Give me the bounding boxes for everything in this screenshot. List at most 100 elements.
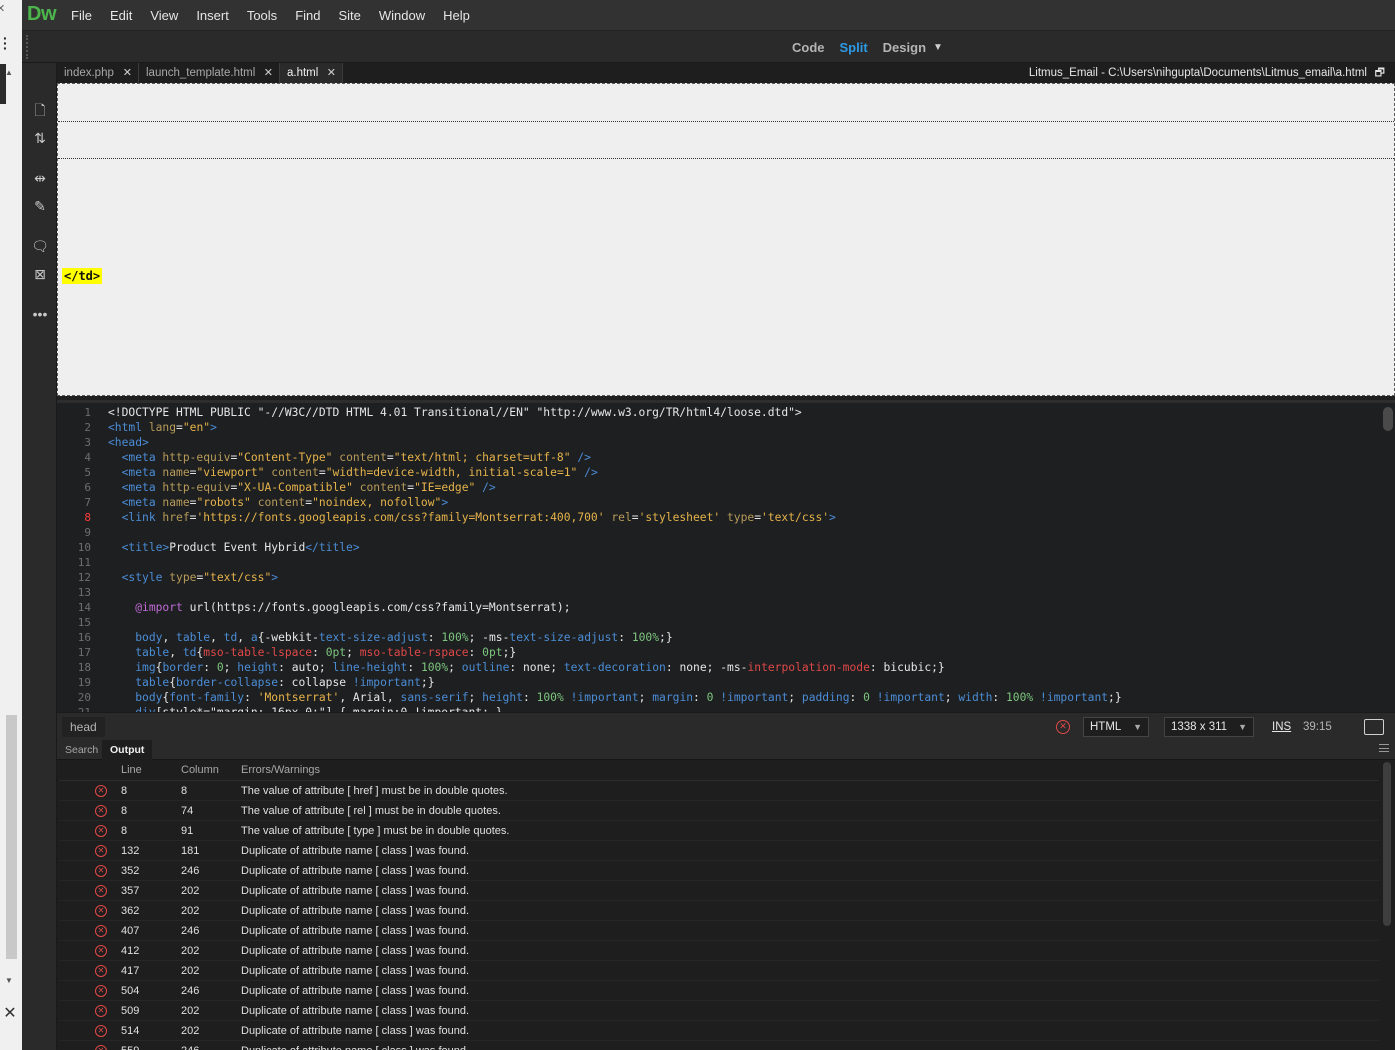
code-line[interactable] [108, 555, 1122, 570]
table-row[interactable]: ✕ 8 91 The value of attribute [ type ] must… [59, 821, 1379, 841]
menu-find[interactable]: Find [286, 0, 329, 31]
row-line: 559 [121, 1041, 139, 1050]
tab-search[interactable]: Search [57, 740, 106, 760]
table-row[interactable]: ✕ 357 202 Duplicate of attribute name [ cla… [59, 881, 1379, 901]
code-scrollbar[interactable] [1383, 407, 1393, 431]
menu-file[interactable]: File [62, 0, 101, 31]
code-token: ;} [502, 646, 517, 659]
code-line[interactable]: img{border: 0; height: auto; line-height… [108, 660, 1122, 675]
close-icon[interactable]: ✕ [0, 1004, 20, 1024]
view-split-button[interactable]: Split [840, 40, 868, 55]
menu-window[interactable]: Window [370, 0, 434, 31]
scroll-down-icon[interactable]: ▼ [5, 976, 13, 985]
chevron-down-icon[interactable]: ▼ [933, 42, 943, 53]
sort-icon[interactable]: ⇅ [31, 129, 49, 147]
table-row[interactable]: ✕ 412 202 Duplicate of attribute name [ cla… [59, 941, 1379, 961]
table-row[interactable]: ✕ 132 181 Duplicate of attribute name [ cla… [59, 841, 1379, 861]
close-icon[interactable]: ✕ [0, 2, 5, 15]
live-preview-icon[interactable] [1364, 719, 1384, 735]
format-icon[interactable]: ✎ [31, 197, 49, 215]
view-design-button[interactable]: Design [883, 40, 926, 55]
menu-help[interactable]: Help [434, 0, 479, 31]
more-vertical-icon[interactable]: · · · [3, 31, 8, 55]
tab-output[interactable]: Output [102, 740, 153, 760]
code-line[interactable]: <head> [108, 435, 1122, 450]
table-row[interactable]: ✕ 504 246 Duplicate of attribute name [ cla… [59, 981, 1379, 1001]
code-line[interactable]: table, td{mso-table-lspace: 0pt; mso-tab… [108, 645, 1122, 660]
panel-menu-icon[interactable] [1379, 744, 1389, 752]
code-line[interactable]: @import url(https://fonts.googleapis.com… [108, 600, 1122, 615]
code-line[interactable]: <!DOCTYPE HTML PUBLIC "-//W3C//DTD HTML … [108, 405, 1122, 420]
header-column[interactable]: Column [181, 760, 219, 781]
more-icon[interactable]: ••• [31, 305, 49, 323]
header-errors-warnings[interactable]: Errors/Warnings [241, 760, 320, 781]
code-token: : [849, 691, 864, 704]
view-code-button[interactable]: Code [792, 40, 825, 55]
table-row[interactable]: ✕ 514 202 Duplicate of attribute name [ cla… [59, 1021, 1379, 1041]
line-number: 20 [77, 691, 91, 704]
code-line[interactable] [108, 525, 1122, 540]
menu-edit[interactable]: Edit [101, 0, 141, 31]
code-view[interactable]: 123456789101112131415161718192021 <!DOCT… [57, 400, 1395, 712]
code-line[interactable]: <link href = 'https://fonts.googleapis.com… [108, 510, 1122, 525]
scroll-up-icon[interactable]: ▲ [5, 68, 13, 77]
table-row[interactable]: ✕ 362 202 Duplicate of attribute name [ cla… [59, 901, 1379, 921]
error-icon: ✕ [95, 865, 107, 877]
code-line[interactable]: <style type="text/css"> [108, 570, 1122, 585]
highlighted-td-tag[interactable]: </td> [62, 268, 103, 284]
line-number: 5 [84, 466, 91, 479]
code-line[interactable]: div[style*="margin: 16px 0;"] { margin:0… [108, 705, 1122, 712]
table-row[interactable]: ✕ 8 74 The value of attribute [ rel ] must … [59, 801, 1379, 821]
table-row[interactable]: ✕ 407 246 Duplicate of attribute name [ cla… [59, 921, 1379, 941]
code-line[interactable] [108, 615, 1122, 630]
code-line[interactable]: <meta http-equiv="X-UA-Compatible" conte… [108, 480, 1122, 495]
table-row[interactable]: ✕ 559 246 Duplicate of attribute name [ cla… [59, 1041, 1379, 1050]
menu-site[interactable]: Site [329, 0, 369, 31]
row-message: Duplicate of attribute name [ class ] wa… [241, 845, 470, 857]
code-token: content [359, 481, 408, 494]
window-size-select[interactable]: 1338 x 311 ▼ [1164, 717, 1254, 737]
design-view[interactable]: </td> [57, 83, 1395, 396]
doc-tab-index[interactable]: index.php ✕ [57, 63, 139, 83]
line-number: 21 [57, 705, 97, 712]
code-line[interactable]: table{border-collapse: collapse !importa… [108, 675, 1122, 690]
header-line[interactable]: Line [121, 760, 142, 781]
table-row[interactable]: ✕ 417 202 Duplicate of attribute name [ cla… [59, 961, 1379, 981]
file-icon[interactable]: 🗋 [31, 101, 49, 119]
code-line[interactable]: body{font-family: 'Montserrat', Arial, s… [108, 690, 1121, 705]
code-line[interactable]: <meta name="viewport" content="width=dev… [108, 465, 1122, 480]
code-token: ;} [420, 676, 435, 689]
remove-comment-icon[interactable]: ⊠ [31, 265, 49, 283]
close-icon[interactable]: ✕ [327, 63, 336, 83]
error-icon[interactable]: ✕ [1056, 720, 1070, 734]
close-icon[interactable]: ✕ [123, 63, 132, 83]
code-line[interactable] [108, 585, 1122, 600]
comment-icon[interactable]: 🗨 [31, 237, 49, 255]
menu-bar: Dw File Edit View Insert Tools Find Site Window… [22, 0, 1395, 31]
insert-mode-toggle[interactable]: INS [1272, 717, 1291, 737]
output-scrollbar[interactable] [1383, 762, 1391, 926]
menu-tools[interactable]: Tools [238, 0, 286, 31]
table-row[interactable]: ✕ 8 8 The value of attribute [ href ] must … [59, 781, 1379, 801]
doc-tab-a-html[interactable]: a.html ✕ [280, 63, 343, 83]
expand-icon[interactable]: ⇹ [31, 169, 49, 187]
table-row[interactable]: ✕ 509 202 Duplicate of attribute name [ cla… [59, 1001, 1379, 1021]
table-row[interactable]: ✕ 352 246 Duplicate of attribute name [ cla… [59, 861, 1379, 881]
menu-view[interactable]: View [141, 0, 187, 31]
close-icon[interactable]: ✕ [264, 63, 273, 83]
code-token: width [958, 691, 993, 704]
restore-window-icon[interactable]: 🗗 [1375, 63, 1385, 83]
menu-insert[interactable]: Insert [187, 0, 238, 31]
code-line[interactable]: <meta name="robots" content="noindex, no… [108, 495, 1122, 510]
code-line[interactable]: body, table, td, a{-webkit-text-size-adj… [108, 630, 1122, 645]
code-line[interactable]: <html lang="en"> [108, 420, 1122, 435]
code-token: 100% [420, 661, 449, 674]
code-line[interactable]: <meta http-equiv="Content-Type" content=… [108, 450, 1122, 465]
scrollbar-thumb[interactable] [6, 715, 17, 959]
tag-selector-head[interactable]: head [62, 717, 105, 737]
doc-tab-launch-template[interactable]: launch_template.html ✕ [139, 63, 280, 83]
code-line[interactable]: <title>Product Event Hybrid</title> [108, 540, 1122, 555]
line-number: 11 [77, 556, 91, 569]
document-type-select[interactable]: HTML ▼ [1083, 717, 1149, 737]
